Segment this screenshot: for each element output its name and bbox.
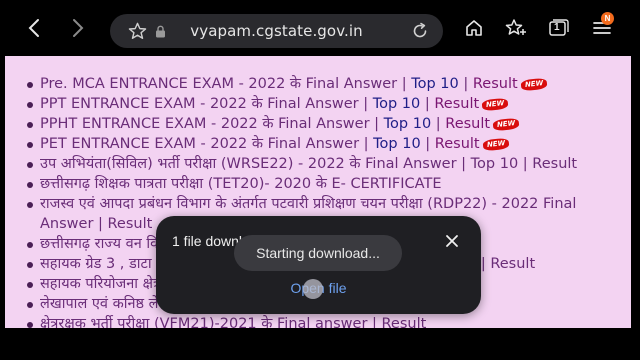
list-item[interactable]: छत्तीसगढ़ शिक्षक पात्रता परीक्षा (TET20)… (27, 174, 617, 194)
close-icon (446, 235, 458, 247)
result-link[interactable]: Result (434, 96, 479, 112)
bookmarks-star-icon (505, 19, 526, 35)
bottom-bar (0, 328, 640, 360)
top10-link[interactable]: Top 10 (373, 136, 421, 152)
menu-notification-badge: N (601, 12, 614, 25)
tab-count: 1 (554, 22, 560, 33)
new-badge: NEW (520, 77, 548, 91)
new-badge: NEW (482, 137, 510, 151)
forward-button[interactable] (64, 14, 92, 42)
home-icon (466, 20, 482, 36)
top10-link[interactable]: Top 10 (384, 116, 432, 132)
back-arrow-icon (28, 19, 39, 37)
new-badge: NEW (481, 97, 510, 111)
menu-button[interactable]: N (588, 12, 616, 42)
back-button[interactable] (20, 14, 48, 42)
close-dialog-button[interactable] (443, 232, 461, 250)
result-link[interactable]: Result (445, 116, 490, 132)
list-item[interactable]: क्षेत्ररक्षक भर्ती परीक्षा (VFM21)-2021 … (27, 314, 617, 328)
top10-link[interactable]: Top 10 (373, 96, 421, 112)
bookmarks-button[interactable] (502, 14, 530, 42)
result-link[interactable]: Result (435, 136, 480, 152)
reload-icon[interactable] (411, 22, 429, 40)
forward-arrow-icon (73, 19, 84, 37)
list-item[interactable]: उप अभियंता(सिविल) भर्ती परीक्षा (WRSE22)… (27, 154, 617, 174)
url-text: vyapam.cgstate.gov.in (190, 22, 363, 40)
list-item: PET ENTRANCE EXAM - 2022 के Final Answer… (27, 134, 617, 154)
top10-link[interactable]: Top 10 (411, 76, 459, 92)
home-button[interactable] (460, 14, 488, 42)
touch-indicator (303, 279, 323, 299)
address-bar[interactable]: vyapam.cgstate.gov.in (110, 14, 443, 48)
browser-toolbar: vyapam.cgstate.gov.in 1 N (0, 0, 640, 56)
starting-download-toast: Starting download... (234, 235, 402, 271)
list-item: PPHT ENTRANCE EXAM - 2022 के Final Answe… (27, 114, 617, 134)
list-item: Pre. MCA ENTRANCE EXAM - 2022 के Final A… (27, 74, 617, 94)
list-item: PPT ENTRANCE EXAM - 2022 के Final Answer… (27, 94, 617, 114)
result-link[interactable]: Result (473, 76, 518, 92)
new-badge: NEW (492, 117, 520, 131)
tabs-button[interactable]: 1 (544, 14, 572, 42)
